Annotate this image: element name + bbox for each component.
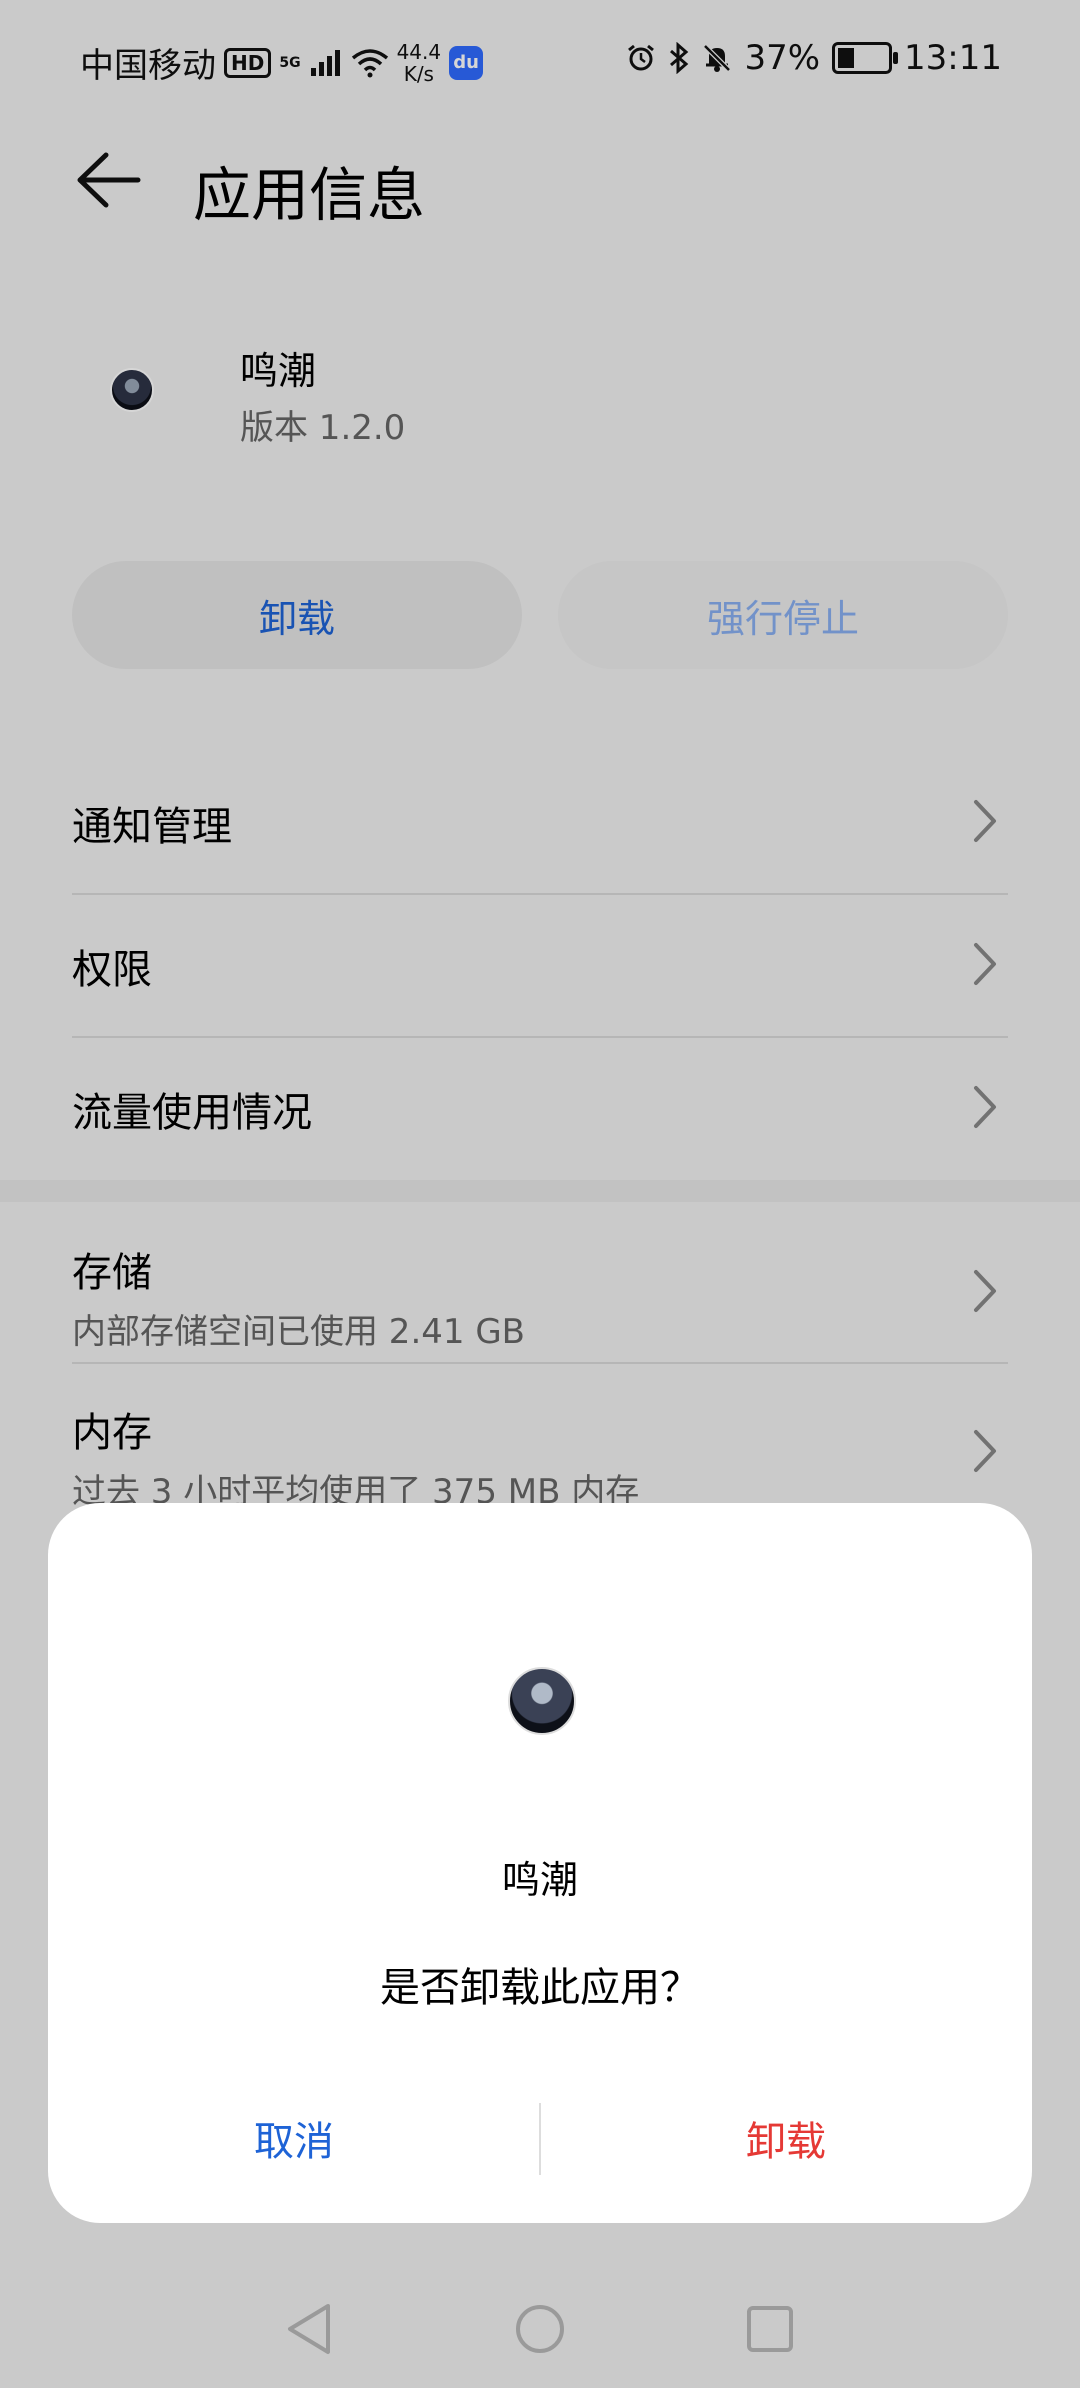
- uninstall-dialog: 鸣潮 是否卸载此应用？ 取消 卸载: [48, 1503, 1032, 2223]
- navigation-bar: [0, 2270, 1080, 2388]
- dialog-message: 是否卸载此应用？: [380, 1965, 700, 2011]
- dialog-app-name: 鸣潮: [501, 1858, 578, 1902]
- cancel-button[interactable]: 取消: [48, 2088, 540, 2188]
- nav-back-icon[interactable]: [282, 2300, 338, 2358]
- nav-home-icon[interactable]: [512, 2300, 568, 2358]
- dialog-app-icon: [508, 1667, 576, 1735]
- confirm-uninstall-button[interactable]: 卸载: [540, 2088, 1032, 2188]
- nav-recents-icon[interactable]: [742, 2300, 798, 2358]
